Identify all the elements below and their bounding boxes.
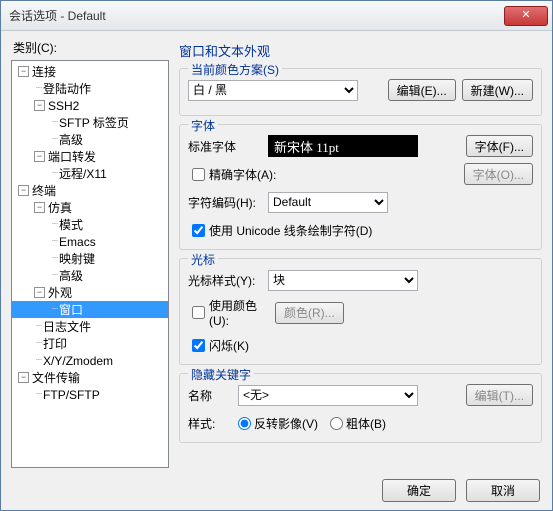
precise-font-label: 精确字体(A):: [209, 166, 276, 183]
group-label: 当前颜色方案(S): [188, 61, 282, 78]
cursor-style-label: 光标样式(Y):: [188, 272, 268, 289]
group-label: 隐藏关键字: [188, 366, 254, 383]
tree-node-ftp-sftp[interactable]: ┈FTP/SFTP: [12, 386, 168, 403]
category-label: 类别(C):: [13, 39, 169, 56]
edit-scheme-button[interactable]: 编辑(E)...: [388, 79, 456, 101]
blink-checkbox[interactable]: [192, 339, 205, 352]
reverse-radio[interactable]: [238, 417, 251, 430]
unicode-lines-label: 使用 Unicode 线条绘制字符(D): [209, 222, 372, 239]
ok-button[interactable]: 确定: [382, 479, 456, 502]
name-label: 名称: [188, 387, 238, 404]
expander-icon[interactable]: −: [34, 151, 45, 162]
cursor-color-button: 颜色(R)...: [275, 302, 344, 324]
precise-font-checkbox[interactable]: [192, 168, 205, 181]
expander-icon[interactable]: −: [18, 66, 29, 77]
tree-node-xyzmodem[interactable]: ┈X/Y/Zmodem: [12, 352, 168, 369]
edit-keyword-button: 编辑(T)...: [466, 384, 533, 406]
expander-icon[interactable]: −: [34, 100, 45, 111]
tree-node-sftp-tab[interactable]: ┈SFTP 标签页: [12, 114, 168, 131]
category-tree[interactable]: −连接 ┈登陆动作 −SSH2 ┈SFTP 标签页 ┈高级 −端口转发 ┈远程/…: [11, 60, 169, 468]
group-hidden-keyword: 隐藏关键字 名称 <无> 编辑(T)... 样式: 反转影像(V) 粗体(B): [179, 373, 542, 443]
expander-icon[interactable]: −: [34, 287, 45, 298]
color-scheme-select[interactable]: 白 / 黑: [188, 80, 358, 101]
use-color-label: 使用颜色(U):: [209, 297, 275, 328]
use-color-checkbox[interactable]: [192, 306, 205, 319]
tree-node-terminal[interactable]: −终端: [12, 182, 168, 199]
encoding-select[interactable]: Default: [268, 192, 388, 213]
tree-node-login[interactable]: ┈登陆动作: [12, 80, 168, 97]
tree-node-appearance[interactable]: −外观: [12, 284, 168, 301]
encoding-label: 字符编码(H):: [188, 194, 268, 211]
dialog-body: 类别(C): −连接 ┈登陆动作 −SSH2 ┈SFTP 标签页 ┈高级 −端口…: [1, 31, 552, 472]
right-pane: 窗口和文本外观 当前颜色方案(S) 白 / 黑 编辑(E)... 新建(W)..…: [169, 37, 542, 472]
blink-label: 闪烁(K): [209, 337, 249, 354]
tree-node-ssh2[interactable]: −SSH2: [12, 97, 168, 114]
dialog-window: 会话选项 - Default ✕ 类别(C): −连接 ┈登陆动作 −SSH2 …: [0, 0, 553, 511]
standard-font-label: 标准字体: [188, 138, 268, 155]
titlebar[interactable]: 会话选项 - Default ✕: [1, 1, 552, 31]
group-color-scheme: 当前颜色方案(S) 白 / 黑 编辑(E)... 新建(W)...: [179, 68, 542, 116]
style-label: 样式:: [188, 415, 238, 432]
expander-icon[interactable]: −: [18, 185, 29, 196]
tree-node-advanced[interactable]: ┈高级: [12, 131, 168, 148]
left-pane: 类别(C): −连接 ┈登陆动作 −SSH2 ┈SFTP 标签页 ┈高级 −端口…: [11, 37, 169, 472]
cursor-style-select[interactable]: 块: [268, 270, 418, 291]
tree-node-emulation[interactable]: −仿真: [12, 199, 168, 216]
unicode-lines-checkbox[interactable]: [192, 224, 205, 237]
tree-node-print[interactable]: ┈打印: [12, 335, 168, 352]
font-preview: 新宋体 11pt: [268, 135, 418, 157]
expander-icon[interactable]: −: [34, 202, 45, 213]
cancel-button[interactable]: 取消: [466, 479, 540, 502]
bold-radio[interactable]: [330, 417, 343, 430]
narrow-font-button: 字体(O)...: [464, 163, 533, 185]
tree-node-remote-x11[interactable]: ┈远程/X11: [12, 165, 168, 182]
tree-node-mode[interactable]: ┈模式: [12, 216, 168, 233]
group-label: 字体: [188, 117, 218, 134]
group-font: 字体 标准字体 新宋体 11pt 字体(F)... 精确字体(A): 字体(O)…: [179, 124, 542, 250]
tree-node-port-forward[interactable]: −端口转发: [12, 148, 168, 165]
group-label: 光标: [188, 251, 218, 268]
expander-icon[interactable]: −: [18, 372, 29, 383]
dialog-buttons: 确定 取消: [382, 479, 540, 502]
tree-node-log[interactable]: ┈日志文件: [12, 318, 168, 335]
tree-node-connection[interactable]: −连接: [12, 63, 168, 80]
tree-node-advanced2[interactable]: ┈高级: [12, 267, 168, 284]
tree-node-file-transfer[interactable]: −文件传输: [12, 369, 168, 386]
tree-node-window[interactable]: ┈窗口: [12, 301, 168, 318]
close-button[interactable]: ✕: [504, 6, 548, 26]
panel-title: 窗口和文本外观: [179, 41, 542, 60]
tree-node-keymap[interactable]: ┈映射键: [12, 250, 168, 267]
tree-node-emacs[interactable]: ┈Emacs: [12, 233, 168, 250]
keyword-name-select[interactable]: <无>: [238, 385, 418, 406]
new-scheme-button[interactable]: 新建(W)...: [462, 79, 533, 101]
group-cursor: 光标 光标样式(Y): 块 使用颜色(U): 颜色(R)... 闪烁(K): [179, 258, 542, 365]
window-title: 会话选项 - Default: [9, 7, 504, 24]
font-button[interactable]: 字体(F)...: [466, 135, 533, 157]
